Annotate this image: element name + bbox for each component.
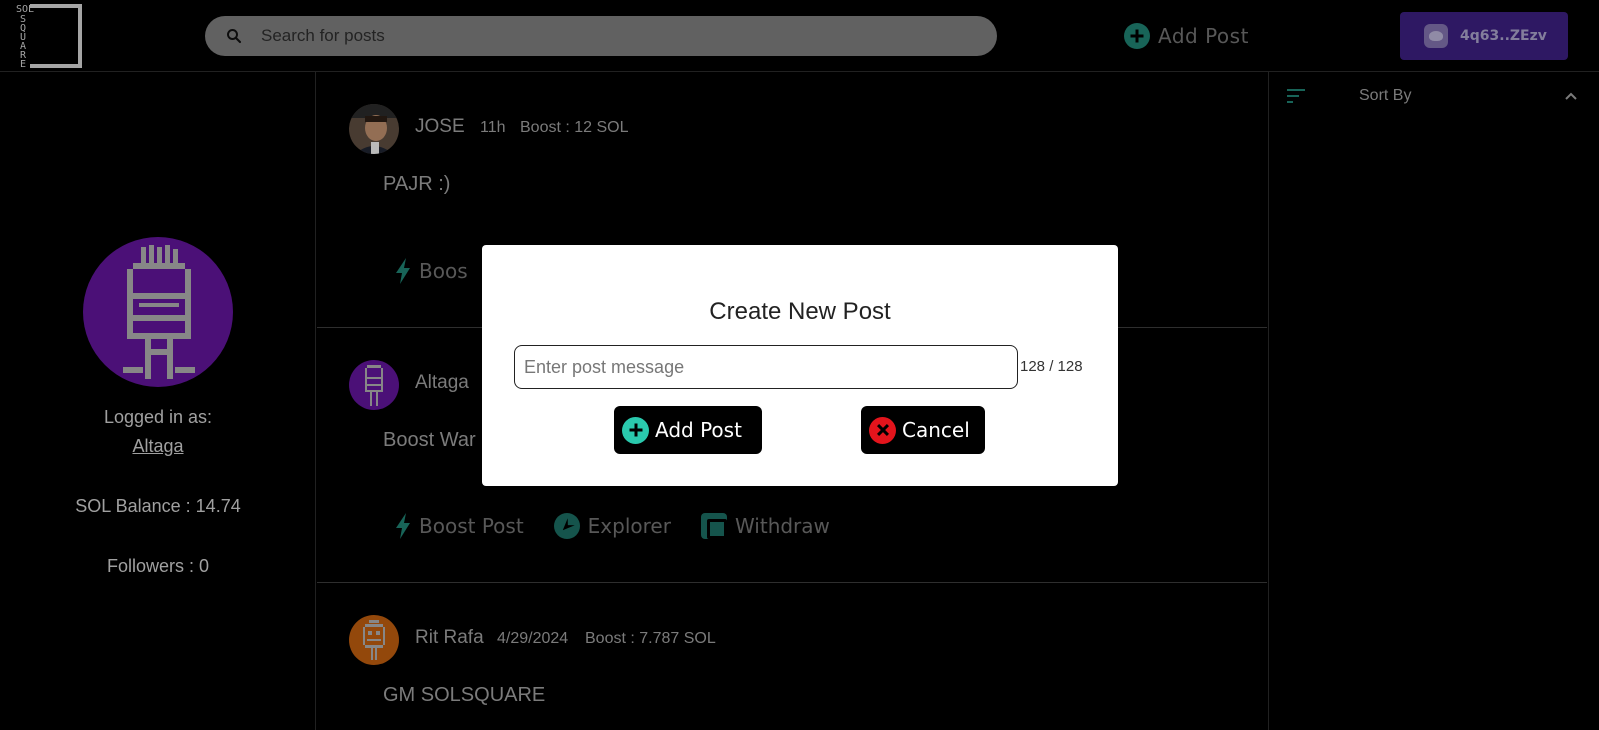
cancel-button[interactable]: Cancel	[861, 406, 985, 454]
close-icon	[869, 416, 896, 444]
dialog-title: Create New Post	[709, 298, 891, 325]
add-post-label: Add Post	[655, 418, 742, 442]
cancel-label: Cancel	[902, 418, 970, 442]
add-circle-icon	[622, 416, 649, 444]
add-post-button[interactable]: Add Post	[614, 406, 762, 454]
character-counter: 128 / 128	[1020, 358, 1083, 375]
create-post-dialog: Create New Post 128 / 128 Add Post Cance…	[482, 245, 1118, 486]
post-message-input[interactable]	[514, 345, 1018, 389]
